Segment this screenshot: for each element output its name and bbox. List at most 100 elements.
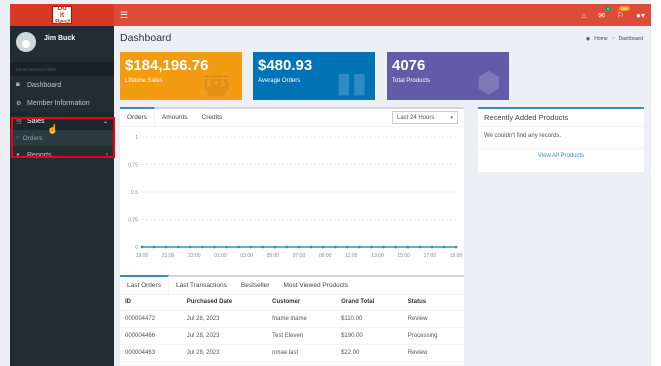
recent-products-panel: Recently Added Products We couldn't find… bbox=[478, 107, 644, 172]
cell-date: Jul 28, 2023 bbox=[181, 310, 268, 328]
tab-credits[interactable]: Credits bbox=[195, 109, 230, 126]
stat-average-orders: $480.93 Average Orders ▮▮ bbox=[253, 52, 375, 100]
stat-lifetime-sales: $184,196.76 Lifetime Sales 👜 bbox=[120, 52, 242, 100]
orders-table: ID Purchased Date Customer Grand Total S… bbox=[120, 295, 464, 362]
cell-customer: nmae last bbox=[267, 344, 337, 362]
hamburger-icon[interactable]: ☰ bbox=[120, 10, 128, 21]
hand-cursor-icon: ☝ bbox=[47, 124, 59, 134]
col-status: Status bbox=[402, 295, 464, 311]
x-tick-label: 17:00 bbox=[424, 253, 437, 259]
cell-customer: fname lname bbox=[267, 310, 337, 328]
col-id: ID bbox=[120, 295, 182, 311]
recent-products-empty: We couldn't find any records. bbox=[484, 133, 562, 139]
highlight-annotation bbox=[11, 117, 115, 158]
table-row[interactable]: 000004466 Jul 28, 2023 Test Eleven $190.… bbox=[120, 327, 464, 345]
tab-most-viewed-products[interactable]: Most Viewed Products bbox=[276, 277, 355, 294]
bar-chart-icon: ▮▮ bbox=[336, 67, 367, 98]
cell-id: 000004466 bbox=[120, 327, 182, 345]
user-menu-icon[interactable]: ●▾ bbox=[636, 11, 645, 20]
data-point bbox=[237, 245, 241, 249]
breadcrumb: ◉ Home > Dashboard bbox=[585, 36, 643, 42]
order-tabs: Last Orders Last Transactions Bestseller… bbox=[120, 275, 464, 295]
view-all-products-link[interactable]: View All Products bbox=[478, 148, 644, 163]
bell-icon[interactable]: ⚐ 99+ bbox=[617, 5, 631, 20]
nav-header: MAIN NAVIGATION bbox=[10, 62, 114, 76]
x-tick-label: 11:00 bbox=[345, 253, 357, 259]
data-point bbox=[273, 245, 277, 249]
x-tick-label: 09:00 bbox=[319, 253, 332, 259]
data-point bbox=[140, 245, 144, 249]
cell-id: 000004463 bbox=[120, 344, 182, 362]
data-point bbox=[188, 245, 192, 249]
cube-icon: ⬢ bbox=[476, 67, 501, 98]
home-icon: ◉ bbox=[585, 36, 591, 42]
time-range-value: Last 24 Hours bbox=[397, 114, 435, 121]
breadcrumb-home[interactable]: Home bbox=[594, 36, 607, 42]
y-tick-label: 0 bbox=[135, 245, 138, 251]
top-navbar: ☰ ⌂ ✉ 4 ⚐ 99+ ●▾ bbox=[114, 4, 651, 26]
col-customer: Customer bbox=[267, 295, 337, 311]
x-tick-label: 23:00 bbox=[188, 253, 201, 259]
x-tick-label: 01:00 bbox=[214, 253, 227, 259]
y-tick-label: 0.75 bbox=[128, 163, 138, 169]
x-tick-label: 13:00 bbox=[371, 253, 384, 259]
col-grand-total: Grand Total bbox=[336, 295, 403, 311]
gear-icon: ⚙ bbox=[16, 100, 22, 107]
user-panel: Jim Buck bbox=[10, 26, 114, 62]
table-header-row: ID Purchased Date Customer Grand Total S… bbox=[120, 295, 464, 311]
logo-area[interactable]: Do it Best bbox=[10, 4, 114, 26]
sidebar-item-member-information[interactable]: ⚙ Member Information bbox=[10, 94, 114, 112]
sidebar: Jim Buck MAIN NAVIGATION ◙ Dashboard ⚙ M… bbox=[10, 26, 114, 366]
x-tick-label: 03:00 bbox=[240, 253, 253, 259]
data-point bbox=[176, 245, 180, 249]
time-range-select[interactable]: Last 24 Hours ▾ bbox=[392, 111, 458, 124]
tab-amounts[interactable]: Amounts bbox=[155, 109, 195, 126]
x-tick-label: 19:00 bbox=[136, 253, 149, 259]
data-point bbox=[249, 245, 253, 249]
tab-last-transactions[interactable]: Last Transactions bbox=[169, 277, 234, 294]
shopping-bag-icon: 👜 bbox=[199, 67, 234, 98]
data-point bbox=[394, 245, 398, 249]
table-row[interactable]: 000004463 Jul 28, 2023 nmae last $22.00 … bbox=[120, 344, 464, 362]
page-edge bbox=[651, 0, 661, 366]
tab-orders[interactable]: Orders bbox=[120, 107, 155, 126]
tab-bestseller[interactable]: Bestseller bbox=[234, 277, 277, 294]
data-point bbox=[406, 245, 410, 249]
data-point bbox=[333, 245, 337, 249]
data-point bbox=[370, 245, 373, 249]
page-title: Dashboard bbox=[120, 32, 172, 44]
col-purchased-date: Purchased Date bbox=[181, 295, 268, 311]
y-tick-label: 0.25 bbox=[128, 218, 138, 224]
table-row[interactable]: 000004472 Jul 28, 2023 fname lname $110.… bbox=[120, 310, 464, 328]
cell-total: $110.00 bbox=[336, 310, 403, 328]
cell-status: Review bbox=[402, 310, 464, 328]
data-point bbox=[309, 245, 313, 249]
cell-customer: Test Eleven bbox=[267, 327, 337, 345]
avatar bbox=[16, 32, 36, 52]
sidebar-item-dashboard[interactable]: ◙ Dashboard bbox=[10, 76, 114, 94]
orders-panel: Last Orders Last Transactions Bestseller… bbox=[120, 275, 464, 366]
cell-total: $22.00 bbox=[336, 344, 403, 362]
recent-products-title: Recently Added Products bbox=[478, 109, 644, 127]
y-tick-label: 1 bbox=[135, 135, 138, 141]
data-point bbox=[442, 245, 446, 249]
logo[interactable]: Do it Best bbox=[52, 4, 72, 26]
home-icon[interactable]: ⌂ bbox=[581, 11, 586, 20]
cell-status: Review bbox=[402, 344, 464, 362]
x-tick-label: 15:00 bbox=[397, 253, 410, 259]
mail-icon[interactable]: ✉ 4 bbox=[598, 5, 611, 20]
mail-badge: 4 bbox=[604, 5, 611, 11]
x-tick-label: 19:00 bbox=[450, 253, 463, 259]
data-point bbox=[430, 245, 434, 249]
data-point bbox=[418, 245, 422, 249]
data-point bbox=[382, 245, 385, 249]
data-point bbox=[261, 245, 265, 249]
x-tick-label: 21:00 bbox=[162, 253, 175, 259]
x-tick-label: 05:00 bbox=[267, 253, 280, 259]
tab-last-orders[interactable]: Last Orders bbox=[120, 275, 169, 294]
logo-line1: Do it bbox=[57, 4, 67, 19]
data-point bbox=[152, 245, 156, 249]
notification-badge: 99+ bbox=[619, 5, 631, 11]
stat-total-products: 4076 Total Products ⬢ bbox=[387, 52, 509, 100]
chevron-down-icon: ▾ bbox=[450, 114, 453, 121]
